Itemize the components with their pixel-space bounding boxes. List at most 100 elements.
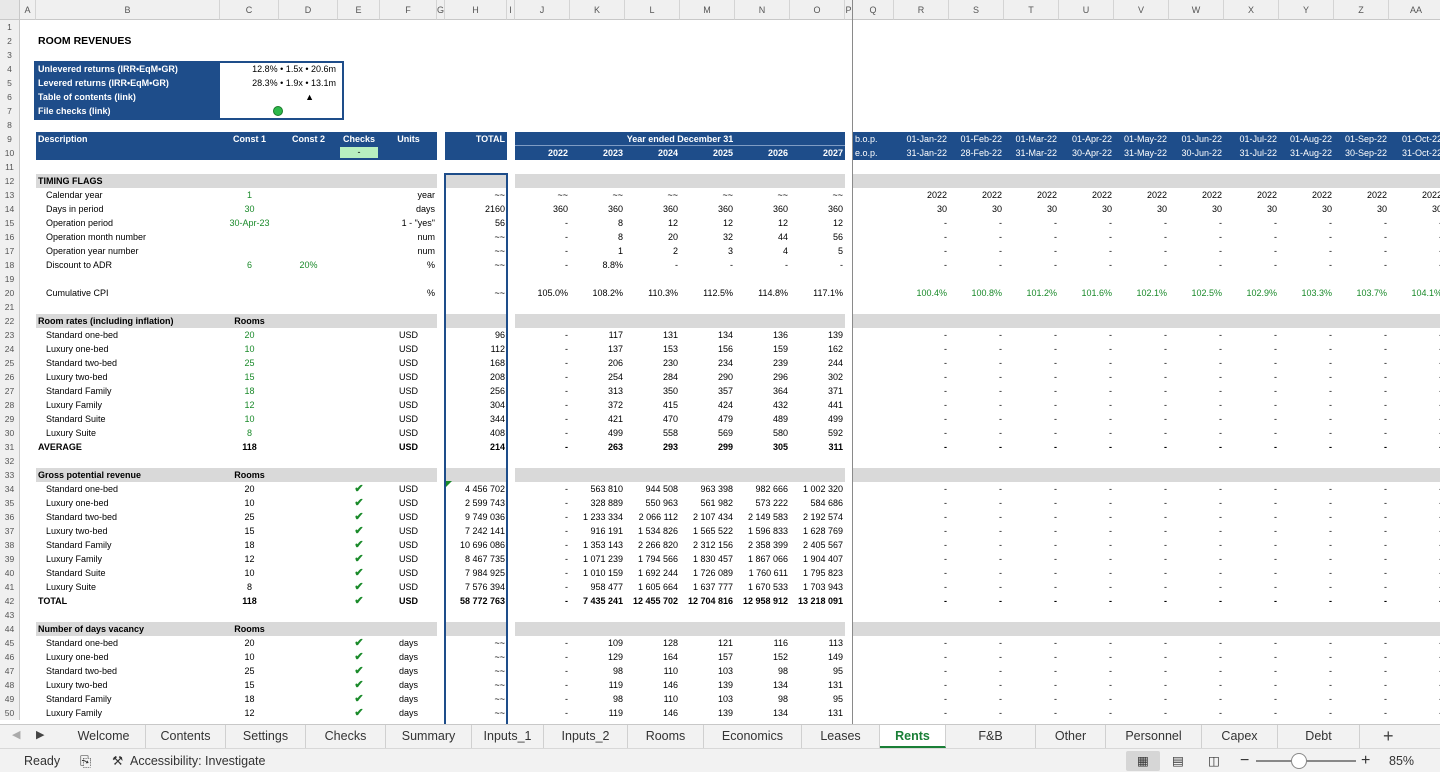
column-header-c[interactable]: C	[220, 0, 279, 20]
month-value[interactable]: 2022	[1171, 188, 1222, 202]
month-value[interactable]: -	[1006, 678, 1057, 692]
month-value[interactable]: 30	[1061, 202, 1112, 216]
month-value[interactable]: -	[1281, 510, 1332, 524]
month-value[interactable]: -	[1171, 230, 1222, 244]
month-value[interactable]: -	[1171, 342, 1222, 356]
spreadsheet-grid[interactable]: A B C D E F G H I J K L M N O P Q R S T U V W X Y Z AA 1 2 3 4 5 6 7 8 9 10…	[0, 0, 1440, 724]
sheet-tab-debt[interactable]: Debt	[1278, 725, 1360, 748]
sheet-tab-personnel[interactable]: Personnel	[1106, 725, 1202, 748]
month-value[interactable]: -	[1116, 356, 1167, 370]
row-label[interactable]: Luxury Family	[46, 398, 218, 412]
month-value[interactable]: -	[1336, 510, 1387, 524]
header-year[interactable]: 2026	[737, 146, 788, 160]
month-value[interactable]: -	[1006, 328, 1057, 342]
month-value[interactable]: -	[1391, 524, 1440, 538]
row-header[interactable]: 2	[0, 34, 20, 48]
year-value[interactable]: 131	[792, 678, 843, 692]
const1-value[interactable]	[222, 244, 277, 258]
month-value[interactable]: -	[896, 566, 947, 580]
header-month-bop[interactable]: 01-Jul-22	[1226, 132, 1277, 146]
year-value[interactable]: -	[517, 636, 568, 650]
month-value[interactable]: -	[1006, 258, 1057, 272]
month-value[interactable]: -	[1281, 384, 1332, 398]
month-value[interactable]: -	[951, 230, 1002, 244]
units-value[interactable]: days	[382, 692, 435, 706]
month-value[interactable]: -	[1226, 580, 1277, 594]
units-value[interactable]: num	[382, 244, 435, 258]
row-label[interactable]: Standard Family	[46, 538, 218, 552]
row-label[interactable]: Luxury two-bed	[46, 524, 218, 538]
row-label[interactable]: TOTAL	[38, 594, 218, 608]
rooms-value[interactable]: 18	[222, 692, 277, 706]
month-value[interactable]: -	[1281, 412, 1332, 426]
column-header-aa[interactable]: AA	[1389, 0, 1440, 20]
rooms-value[interactable]: 10	[222, 496, 277, 510]
year-value[interactable]: 944 508	[627, 482, 678, 496]
month-value[interactable]: -	[1336, 426, 1387, 440]
row-label[interactable]: Luxury one-bed	[46, 342, 218, 356]
year-value[interactable]: 2	[627, 244, 678, 258]
month-value[interactable]: -	[1116, 342, 1167, 356]
year-value[interactable]: 1 565 522	[682, 524, 733, 538]
header-month-eop[interactable]: 30-Sep-22	[1336, 146, 1387, 160]
year-value[interactable]: -	[517, 482, 568, 496]
month-value[interactable]: -	[1281, 692, 1332, 706]
year-value[interactable]: 206	[572, 356, 623, 370]
rooms-value[interactable]: 25	[222, 664, 277, 678]
month-value[interactable]: -	[951, 692, 1002, 706]
rooms-value[interactable]: 10	[222, 650, 277, 664]
row-label[interactable]: Standard two-bed	[46, 356, 218, 370]
month-value[interactable]: -	[1336, 706, 1387, 720]
month-value[interactable]: -	[1116, 692, 1167, 706]
header-bop[interactable]: b.o.p.	[855, 132, 892, 146]
month-value[interactable]: -	[1226, 216, 1277, 230]
month-value[interactable]: -	[1061, 524, 1112, 538]
year-value[interactable]: 230	[627, 356, 678, 370]
month-value[interactable]: 30	[1336, 202, 1387, 216]
rooms-value[interactable]: 8	[222, 426, 277, 440]
month-value[interactable]: 2022	[1336, 188, 1387, 202]
month-value[interactable]: -	[1281, 328, 1332, 342]
row-label[interactable]: Standard one-bed	[46, 328, 218, 342]
row-header[interactable]: 27	[0, 384, 20, 398]
check-ok-icon[interactable]: ✔	[340, 566, 378, 580]
month-value[interactable]: -	[951, 664, 1002, 678]
year-value[interactable]: 963 398	[682, 482, 733, 496]
month-value[interactable]: -	[1061, 580, 1112, 594]
year-value[interactable]: ~~	[627, 188, 678, 202]
accessibility-icon[interactable]: ⚒	[112, 749, 123, 773]
year-value[interactable]: 290	[682, 370, 733, 384]
month-value[interactable]: -	[1116, 384, 1167, 398]
check-ok-icon[interactable]: ✔	[340, 678, 378, 692]
month-value[interactable]: -	[1116, 328, 1167, 342]
year-value[interactable]: 263	[572, 440, 623, 454]
month-value[interactable]: -	[1171, 384, 1222, 398]
column-header-h[interactable]: H	[445, 0, 507, 20]
month-value[interactable]: -	[1281, 482, 1332, 496]
const1-value[interactable]: 6	[222, 258, 277, 272]
month-value[interactable]: -	[951, 328, 1002, 342]
month-value[interactable]: -	[951, 258, 1002, 272]
month-value[interactable]: -	[951, 594, 1002, 608]
month-value[interactable]: -	[1061, 230, 1112, 244]
units-value[interactable]: 1 - "yes"	[382, 216, 435, 230]
column-header-g[interactable]: G	[437, 0, 445, 20]
month-value[interactable]: -	[1336, 496, 1387, 510]
year-value[interactable]: 421	[572, 412, 623, 426]
month-value[interactable]: -	[1061, 510, 1112, 524]
row-header[interactable]: 28	[0, 398, 20, 412]
month-value[interactable]: -	[1281, 398, 1332, 412]
row-header[interactable]: 9	[0, 132, 20, 146]
month-value[interactable]: -	[896, 678, 947, 692]
month-value[interactable]: -	[896, 594, 947, 608]
row-header[interactable]: 34	[0, 482, 20, 496]
sheet-tab-settings[interactable]: Settings	[226, 725, 306, 748]
rooms-value[interactable]: 15	[222, 678, 277, 692]
units-value[interactable]: USD	[382, 370, 435, 384]
month-value[interactable]: -	[1061, 552, 1112, 566]
month-value[interactable]: -	[1061, 328, 1112, 342]
year-value[interactable]: -	[517, 706, 568, 720]
month-value[interactable]: -	[1226, 538, 1277, 552]
month-value[interactable]: -	[896, 524, 947, 538]
month-value[interactable]: -	[896, 426, 947, 440]
